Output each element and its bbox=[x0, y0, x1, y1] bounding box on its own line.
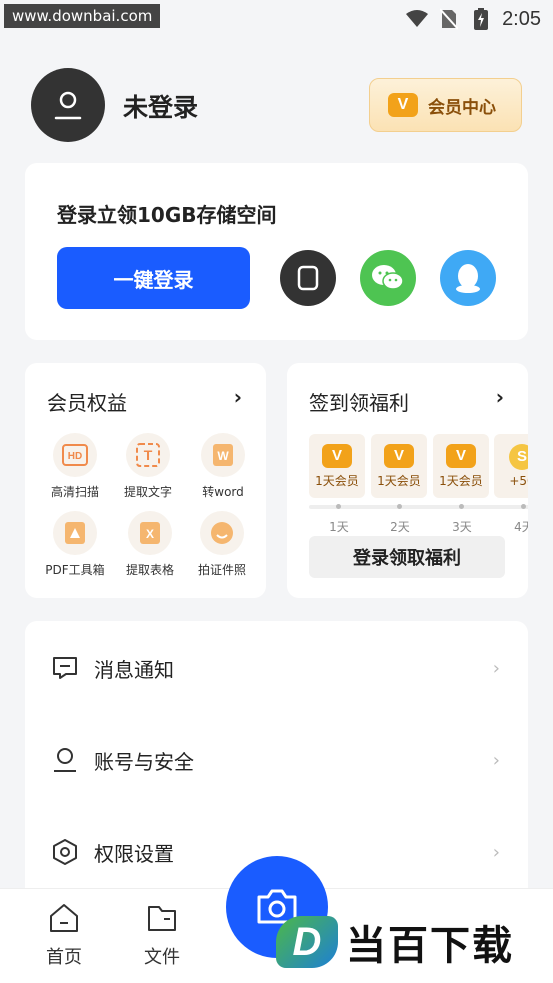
chevron-right-icon[interactable]: › bbox=[496, 385, 504, 409]
sign-in-rewards-card[interactable]: 签到领福利 › V 1天会员 V 1天会员 V 1天会员 S +50 1天 2天… bbox=[287, 363, 528, 598]
site-watermark: www.downbai.com bbox=[4, 4, 161, 28]
chevron-right-icon: › bbox=[492, 657, 500, 679]
svg-text:HD: HD bbox=[68, 451, 82, 462]
brand-watermark: D 当百下载 bbox=[276, 914, 514, 970]
user-icon bbox=[54, 91, 82, 120]
login-claim-button[interactable]: 登录领取福利 bbox=[309, 536, 505, 578]
reward-day-3: V 1天会员 bbox=[433, 434, 489, 498]
tool-id-photo[interactable]: 拍证件照 bbox=[187, 511, 257, 578]
svg-text:X: X bbox=[146, 527, 154, 541]
tool-label: 高清扫描 bbox=[50, 485, 99, 499]
day-label: 2天 bbox=[390, 520, 410, 534]
one-key-login-button[interactable]: 一键登录 bbox=[57, 247, 250, 309]
tool-hd-scan[interactable]: HD 高清扫描 bbox=[40, 433, 110, 500]
svg-text:W: W bbox=[217, 449, 229, 463]
menu-label: 权限设置 bbox=[94, 841, 174, 866]
vip-center-label: 会员中心 bbox=[428, 97, 496, 118]
reward-day-1: V 1天会员 bbox=[309, 434, 365, 498]
nav-label: 文件 bbox=[144, 947, 180, 968]
extract-text-icon: T bbox=[126, 433, 170, 477]
vip-badge-icon: V bbox=[388, 93, 418, 117]
account-icon bbox=[51, 746, 79, 774]
chevron-right-icon: › bbox=[492, 841, 500, 863]
tool-extract-table[interactable]: X 提取表格 bbox=[115, 511, 185, 578]
day-label: 3天 bbox=[452, 520, 472, 534]
vip-badge-icon: V bbox=[384, 444, 414, 468]
vip-benefits-title: 会员权益 bbox=[47, 391, 127, 415]
reward-label: 1天会员 bbox=[439, 474, 483, 488]
tool-label: PDF工具箱 bbox=[45, 563, 105, 577]
vip-center-button[interactable]: V 会员中心 bbox=[369, 78, 522, 132]
status-time: 2:05 bbox=[502, 7, 541, 30]
pdf-toolbox-icon bbox=[53, 511, 97, 555]
day-label: 4天 bbox=[514, 520, 528, 534]
tool-label: 提取表格 bbox=[125, 563, 174, 577]
vip-badge-icon: V bbox=[322, 444, 352, 468]
reward-label: 1天会员 bbox=[377, 474, 421, 488]
brand-logo: D bbox=[276, 916, 338, 968]
avatar[interactable] bbox=[31, 68, 105, 142]
login-promo-title: 登录立领10GB存储空间 bbox=[57, 203, 277, 227]
menu-item-messages[interactable]: 消息通知 › bbox=[25, 638, 528, 698]
nav-label: 首页 bbox=[46, 947, 82, 968]
sign-in-progress bbox=[309, 505, 528, 509]
login-card: 登录立领10GB存储空间 一键登录 bbox=[25, 163, 528, 340]
tool-extract-text[interactable]: T 提取文字 bbox=[113, 433, 183, 500]
hd-scan-icon: HD bbox=[53, 433, 97, 477]
menu-label: 消息通知 bbox=[94, 657, 174, 682]
tool-to-word[interactable]: W 转word bbox=[188, 433, 258, 500]
wifi-icon bbox=[406, 8, 429, 30]
no-sim-icon bbox=[438, 8, 460, 30]
progress-dot bbox=[397, 504, 402, 509]
permission-icon bbox=[51, 838, 79, 866]
brand-text: 当百下载 bbox=[346, 923, 514, 969]
tool-label: 转word bbox=[202, 485, 244, 499]
progress-dot bbox=[459, 504, 464, 509]
progress-dot bbox=[336, 504, 341, 509]
username[interactable]: 未登录 bbox=[123, 88, 198, 124]
status-bar: 2:05 bbox=[406, 6, 541, 32]
menu-label: 账号与安全 bbox=[94, 749, 194, 774]
wechat-icon[interactable] bbox=[360, 250, 416, 306]
vip-badge-icon: V bbox=[446, 444, 476, 468]
profile-header: 未登录 V 会员中心 bbox=[0, 60, 553, 150]
qq-icon[interactable] bbox=[440, 250, 496, 306]
chevron-right-icon: › bbox=[492, 749, 500, 771]
extract-table-icon: X bbox=[128, 511, 172, 555]
id-photo-icon bbox=[200, 511, 244, 555]
nav-files[interactable]: 文件 bbox=[132, 903, 192, 969]
message-icon bbox=[51, 654, 79, 682]
svg-text:T: T bbox=[144, 447, 153, 463]
vip-benefits-card[interactable]: 会员权益 › HD 高清扫描 T 提取文字 W 转word PDF工具箱 X 提… bbox=[25, 363, 266, 598]
sign-in-title: 签到领福利 bbox=[309, 391, 409, 415]
home-icon bbox=[50, 904, 78, 932]
reward-label: +50 bbox=[509, 474, 528, 488]
reward-label: 1天会员 bbox=[315, 474, 359, 488]
battery-charging-icon bbox=[470, 8, 492, 30]
folder-icon bbox=[148, 906, 176, 931]
tool-pdf-toolbox[interactable]: PDF工具箱 bbox=[40, 511, 110, 578]
menu-item-account-security[interactable]: 账号与安全 › bbox=[25, 730, 528, 790]
tool-label: 提取文字 bbox=[123, 485, 172, 499]
day-label: 1天 bbox=[329, 520, 349, 534]
phone-login-icon[interactable] bbox=[280, 250, 336, 306]
progress-dot bbox=[521, 504, 526, 509]
to-word-icon: W bbox=[201, 433, 245, 477]
reward-day-2: V 1天会员 bbox=[371, 434, 427, 498]
tool-label: 拍证件照 bbox=[197, 563, 246, 577]
coin-icon: S bbox=[509, 444, 528, 470]
nav-home[interactable]: 首页 bbox=[34, 903, 94, 969]
reward-day-4: S +50 bbox=[494, 434, 528, 498]
chevron-right-icon[interactable]: › bbox=[234, 385, 242, 409]
